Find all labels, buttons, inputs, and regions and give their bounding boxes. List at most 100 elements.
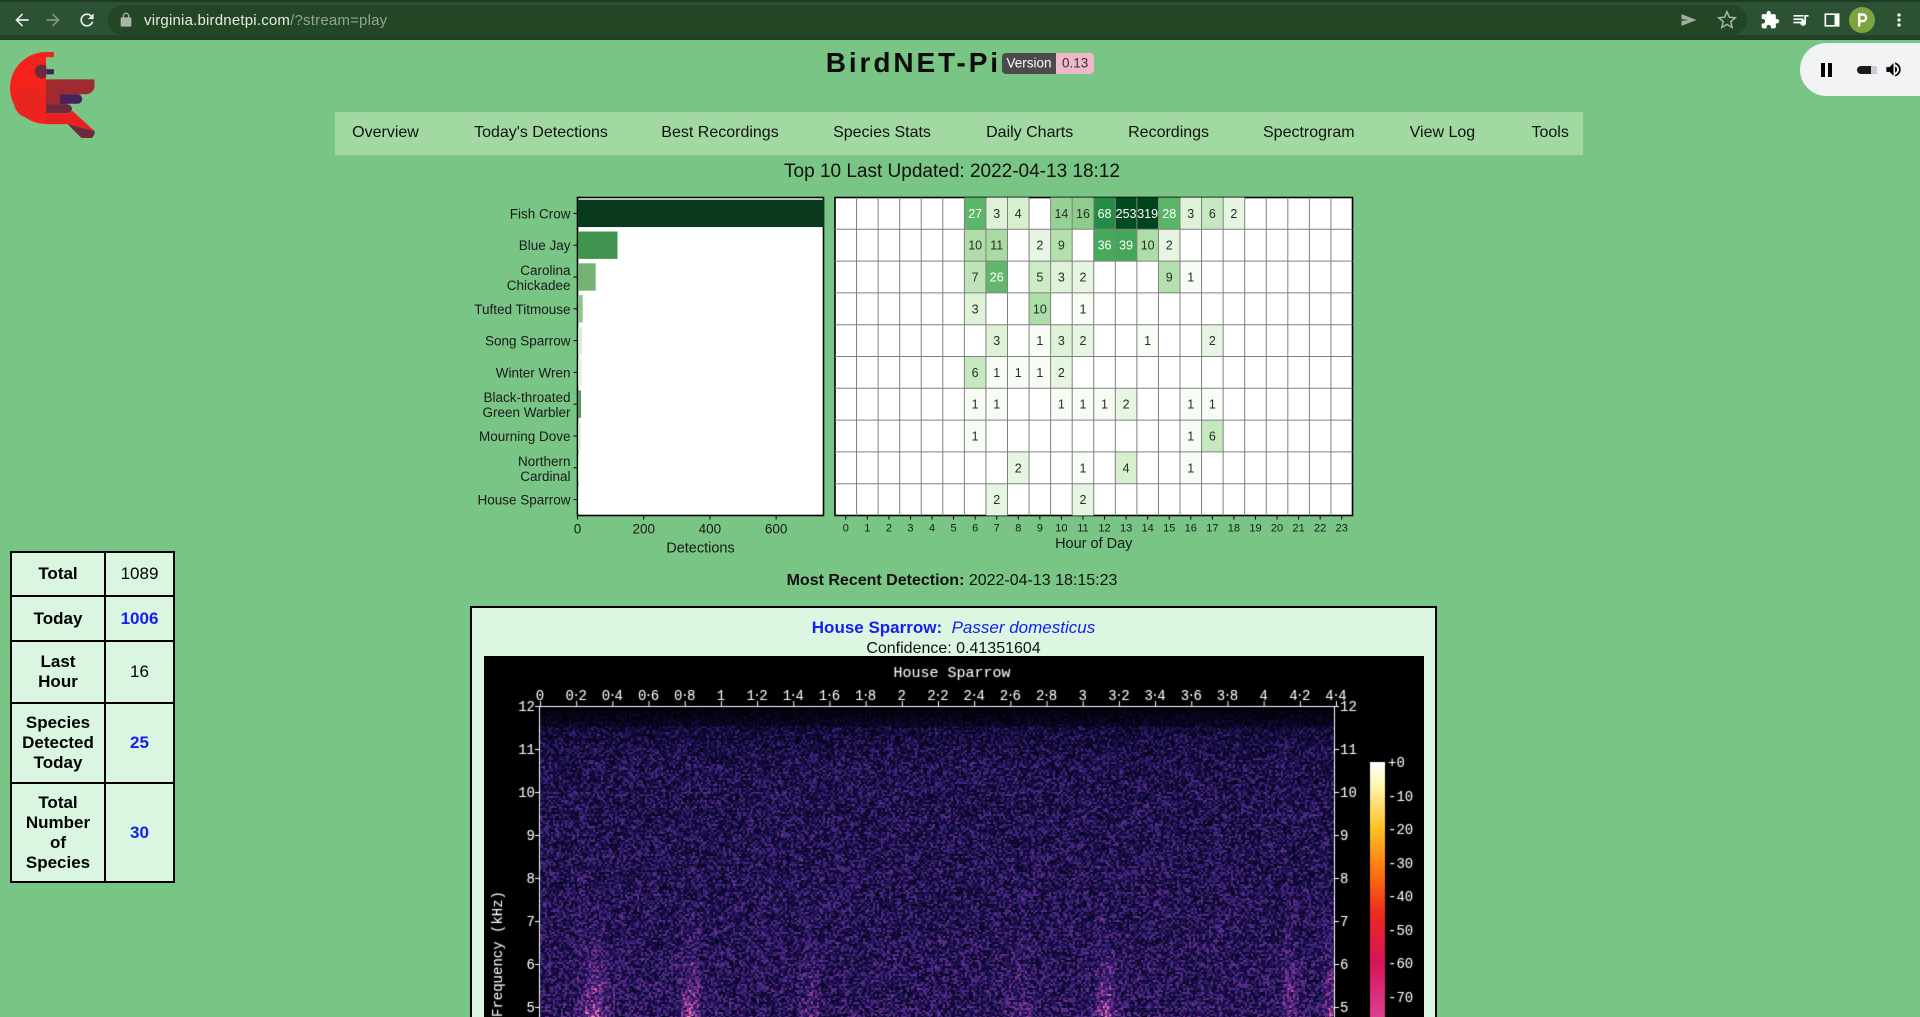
svg-text:1: 1: [1187, 461, 1194, 475]
svg-text:3: 3: [1187, 207, 1194, 221]
svg-text:Hour of Day: Hour of Day: [1055, 536, 1133, 552]
svg-text:2: 2: [1079, 493, 1086, 507]
svg-text:2: 2: [1015, 461, 1022, 475]
svg-text:4: 4: [929, 523, 935, 535]
svg-text:39: 39: [1119, 239, 1133, 253]
svg-text:22: 22: [1314, 523, 1326, 535]
svg-text:Black-throated: Black-throated: [483, 390, 570, 405]
svg-text:2: 2: [1166, 239, 1173, 253]
svg-text:Cardinal: Cardinal: [520, 469, 570, 484]
svg-text:18: 18: [1228, 523, 1240, 535]
svg-text:400: 400: [699, 522, 722, 537]
svg-text:Blue Jay: Blue Jay: [519, 238, 571, 253]
svg-text:10: 10: [1055, 523, 1067, 535]
svg-text:7: 7: [994, 523, 1000, 535]
svg-text:68: 68: [1098, 207, 1112, 221]
svg-text:36: 36: [1098, 239, 1112, 253]
svg-text:Winter Wren: Winter Wren: [496, 365, 571, 380]
svg-text:27: 27: [968, 207, 982, 221]
svg-text:1: 1: [1187, 430, 1194, 444]
svg-text:1: 1: [1144, 334, 1151, 348]
svg-text:Tufted Titmouse: Tufted Titmouse: [474, 302, 570, 317]
svg-text:23: 23: [1336, 523, 1348, 535]
svg-text:2: 2: [1123, 398, 1130, 412]
svg-text:1: 1: [1079, 302, 1086, 316]
svg-text:9: 9: [1037, 523, 1043, 535]
svg-text:0: 0: [574, 522, 582, 537]
svg-text:2: 2: [1079, 334, 1086, 348]
svg-text:3: 3: [993, 207, 1000, 221]
svg-text:Chickadee: Chickadee: [507, 278, 571, 293]
svg-text:16: 16: [1185, 523, 1197, 535]
svg-text:19: 19: [1249, 523, 1261, 535]
svg-text:Detections: Detections: [666, 541, 735, 557]
svg-text:3: 3: [1058, 334, 1065, 348]
svg-text:2: 2: [993, 493, 1000, 507]
svg-text:5: 5: [951, 523, 957, 535]
svg-text:6: 6: [972, 366, 979, 380]
svg-text:5: 5: [1036, 271, 1043, 285]
svg-text:4: 4: [1015, 207, 1022, 221]
svg-text:3: 3: [993, 334, 1000, 348]
svg-text:3: 3: [907, 523, 913, 535]
svg-text:7: 7: [972, 271, 979, 285]
svg-text:2: 2: [1230, 207, 1237, 221]
svg-text:200: 200: [632, 522, 655, 537]
svg-text:1: 1: [972, 398, 979, 412]
svg-text:1: 1: [1209, 398, 1216, 412]
svg-text:10: 10: [1033, 302, 1047, 316]
svg-text:3: 3: [972, 302, 979, 316]
svg-text:11: 11: [990, 239, 1003, 253]
svg-text:21: 21: [1292, 523, 1304, 535]
svg-text:14: 14: [1054, 207, 1068, 221]
svg-text:Song Sparrow: Song Sparrow: [485, 334, 571, 349]
svg-text:11: 11: [1077, 523, 1088, 535]
svg-text:1: 1: [993, 366, 1000, 380]
svg-text:6: 6: [1209, 430, 1216, 444]
svg-text:2: 2: [1058, 366, 1065, 380]
svg-text:2: 2: [886, 523, 892, 535]
svg-text:1: 1: [1036, 334, 1043, 348]
svg-text:28: 28: [1162, 207, 1176, 221]
svg-text:8: 8: [1015, 523, 1021, 535]
svg-text:1: 1: [1079, 461, 1086, 475]
svg-text:House Sparrow: House Sparrow: [477, 493, 570, 508]
svg-text:1: 1: [993, 398, 1000, 412]
svg-text:3: 3: [1058, 271, 1065, 285]
svg-text:9: 9: [1058, 239, 1065, 253]
svg-text:1: 1: [1036, 366, 1043, 380]
svg-text:Northern: Northern: [518, 454, 571, 469]
svg-text:2: 2: [1036, 239, 1043, 253]
svg-text:1: 1: [1101, 398, 1108, 412]
svg-text:2: 2: [1079, 271, 1086, 285]
svg-text:6: 6: [972, 523, 978, 535]
svg-text:1: 1: [1187, 398, 1194, 412]
svg-text:600: 600: [765, 522, 788, 537]
svg-text:1: 1: [972, 430, 979, 444]
svg-text:26: 26: [990, 271, 1004, 285]
svg-text:4: 4: [1123, 461, 1130, 475]
svg-text:10: 10: [1141, 239, 1155, 253]
svg-text:15: 15: [1163, 523, 1175, 535]
svg-text:0: 0: [843, 523, 849, 535]
svg-text:Mourning Dove: Mourning Dove: [479, 429, 571, 444]
svg-text:Fish Crow: Fish Crow: [510, 206, 571, 221]
svg-text:10: 10: [968, 239, 982, 253]
svg-text:Carolina: Carolina: [520, 263, 571, 278]
svg-text:Green Warbler: Green Warbler: [482, 405, 571, 420]
svg-text:2: 2: [1209, 334, 1216, 348]
svg-text:1: 1: [1058, 398, 1065, 412]
svg-text:13: 13: [1120, 523, 1132, 535]
svg-text:14: 14: [1142, 523, 1154, 535]
svg-text:1: 1: [1079, 398, 1086, 412]
svg-text:9: 9: [1166, 271, 1173, 285]
svg-text:20: 20: [1271, 523, 1283, 535]
svg-text:1: 1: [864, 523, 870, 535]
svg-text:319: 319: [1137, 207, 1158, 221]
svg-text:1: 1: [1187, 271, 1194, 285]
svg-text:16: 16: [1076, 207, 1090, 221]
svg-text:17: 17: [1206, 523, 1218, 535]
svg-text:12: 12: [1098, 523, 1110, 535]
svg-text:1: 1: [1015, 366, 1022, 380]
svg-text:253: 253: [1116, 207, 1137, 221]
